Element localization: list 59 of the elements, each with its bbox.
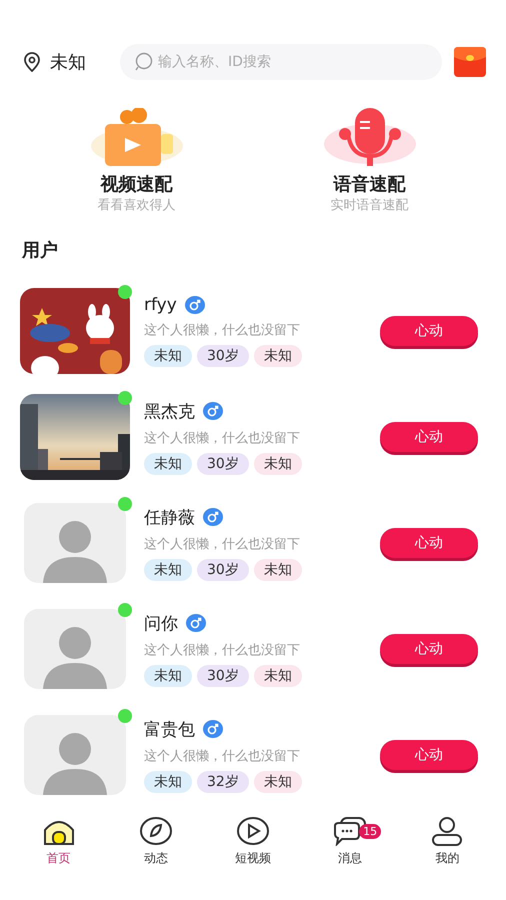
user-tag: 未知: [254, 345, 302, 367]
user-name: 任静薇: [144, 506, 195, 528]
user-name: rfyy: [144, 295, 177, 315]
user-tag: 未知: [144, 345, 192, 367]
user-tag: 未知: [254, 770, 302, 792]
user-tag: 未知: [254, 452, 302, 474]
user-tag: 30岁: [197, 452, 249, 474]
user-tag: 32岁: [197, 770, 249, 792]
location-pin-icon: [22, 52, 42, 72]
user-bio: 这个人很懒，什么也没留下: [144, 430, 301, 446]
tab-item[interactable]: 消息 15: [315, 816, 386, 880]
user-tag: 30岁: [197, 558, 249, 580]
user-tag: 30岁: [197, 345, 249, 367]
feature-subtitle: 看看喜欢得人: [98, 197, 176, 214]
avatar-placeholder[interactable]: [24, 503, 126, 583]
section-title: 用户: [20, 239, 59, 263]
user-tag: 未知: [144, 770, 192, 792]
like-button[interactable]: 心动: [380, 316, 478, 346]
user-bio: 这个人很懒，什么也没留下: [144, 642, 301, 658]
like-button[interactable]: 心动: [380, 528, 478, 558]
play-icon: [236, 816, 270, 846]
feature-title[interactable]: 语音速配: [334, 172, 406, 196]
male-icon: [186, 614, 206, 632]
user-tag: 未知: [254, 664, 302, 686]
feature-title[interactable]: 视频速配: [100, 172, 172, 196]
male-icon: [184, 296, 205, 314]
location-text: 未知: [50, 51, 86, 74]
person-icon: [430, 816, 464, 846]
male-icon: [203, 402, 223, 420]
like-button[interactable]: 心动: [380, 740, 478, 770]
user-tag: 未知: [144, 452, 192, 474]
compass-icon: [138, 816, 173, 846]
user-name: 问你: [144, 612, 178, 634]
like-button[interactable]: 心动: [380, 634, 478, 664]
user-bio: 这个人很懒，什么也没留下: [144, 322, 301, 339]
feature-subtitle: 实时语音速配: [330, 197, 408, 214]
user-name: 富贵包: [144, 718, 195, 740]
user-bio: 这个人很懒，什么也没留下: [144, 536, 301, 552]
search-field[interactable]: 输入名称、ID搜索: [120, 44, 442, 80]
tab-item[interactable]: 我的: [412, 816, 482, 880]
avatar-placeholder[interactable]: [24, 609, 126, 689]
envelope-icon[interactable]: [454, 47, 486, 77]
user-name: 黑杰克: [144, 400, 195, 422]
user-tag: 未知: [144, 558, 192, 580]
tab-item[interactable]: 短视频: [218, 816, 288, 880]
user-tag: 未知: [254, 558, 302, 580]
male-icon: [203, 720, 223, 738]
avatar-placeholder[interactable]: [24, 715, 126, 795]
unread-badge: 15: [359, 824, 382, 839]
user-tag: 30岁: [197, 664, 249, 686]
male-icon: [203, 508, 223, 526]
microphone-icon: [322, 108, 418, 166]
user-tag: 未知: [144, 664, 192, 686]
like-button[interactable]: 心动: [380, 422, 478, 452]
video-camera-icon: [88, 108, 184, 166]
tab-item[interactable]: 首页: [24, 816, 94, 880]
user-bio: 这个人很懒，什么也没留下: [144, 748, 301, 764]
search-icon: [134, 52, 154, 72]
tab-item[interactable]: 动态: [120, 816, 191, 880]
